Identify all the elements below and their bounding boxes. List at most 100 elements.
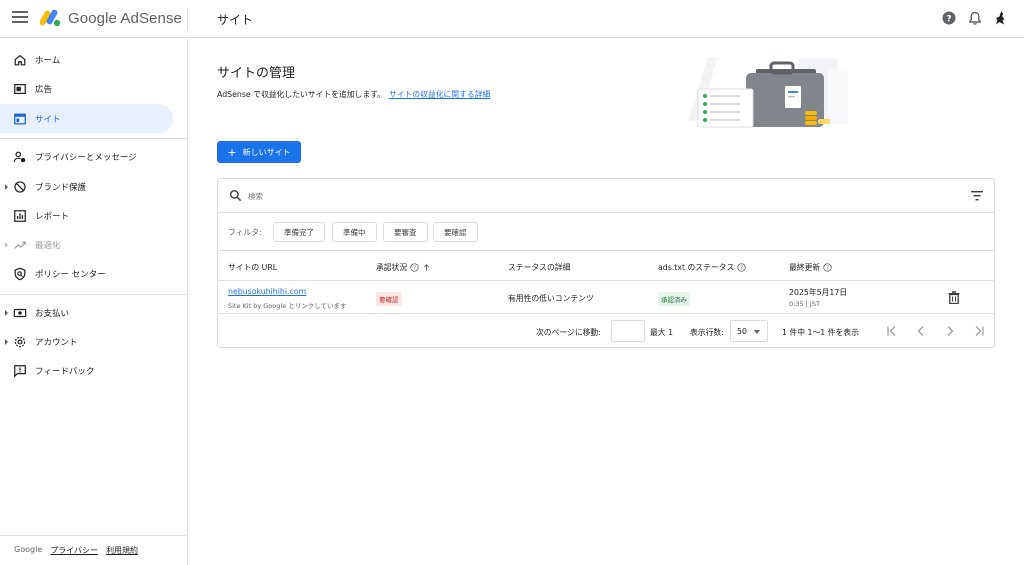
new-site-button[interactable]: + 新しいサイト [217,141,301,163]
sites-icon [14,113,26,124]
rows-per-page-select[interactable]: 50 [730,320,768,342]
sites-table-card: フィルタ: 準備完了 準備中 要審査 要確認 サイトの URL 承認状況 ? ス… [217,178,995,348]
sidebar-item-brand-safety[interactable]: ブランド保護 [0,172,173,201]
filter-chip-preparing[interactable]: 準備中 [332,222,377,242]
sort-arrow-up-icon[interactable] [422,263,431,272]
filter-bar: フィルタ: 準備完了 準備中 要審査 要確認 [218,213,994,251]
delete-icon[interactable] [948,291,960,304]
filter-chip-ready[interactable]: 準備完了 [273,222,325,242]
max-page-label: 最大 1 [650,328,674,337]
help-outline-icon[interactable]: ? [737,263,746,272]
privacy-link[interactable]: プライバシー [50,545,98,556]
sidebar-item-policy-center[interactable]: ポリシー センター [0,259,173,288]
column-header-ads-txt[interactable]: ads.txt のステータス ? [658,262,746,273]
report-icon [14,209,26,222]
avatar[interactable] [992,10,1008,26]
sidebar-item-account[interactable]: アカウント [0,327,173,356]
terms-link[interactable]: 利用規約 [106,545,138,556]
help-outline-icon[interactable]: ? [823,263,832,272]
sidebar-item-sites[interactable]: サイト [0,104,173,133]
main-content: サイトの管理 AdSense で収益化したいサイトを追加します。 サイトの収益化に… [188,39,1024,565]
filter-list-icon[interactable] [971,190,983,201]
learn-more-link[interactable]: サイトの収益化に関する詳細 [389,90,490,99]
column-label: 最終更新 [789,263,821,272]
page-range-label: 1 件中 1～1 件を表示 [782,328,859,337]
svg-text:?: ? [413,266,416,272]
footer-divider [0,535,187,536]
sidebar-item-label: 最適化 [35,240,61,251]
payments-icon [13,308,27,317]
footer-brand: Google [14,545,43,554]
next-page-icon[interactable] [942,323,958,339]
column-header-status-detail: ステータスの詳細 [508,262,570,273]
sidebar-item-label: レポート [35,211,70,222]
home-icon [14,54,26,65]
column-header-approval[interactable]: 承認状況 ? [376,262,431,273]
sidebar-item-feedback[interactable]: フィードバック [0,356,173,385]
ads-icon [14,83,26,94]
feedback-icon [14,364,26,378]
sidebar-item-label: プライバシーとメッセージ [35,152,137,163]
rows-per-page-label: 表示行数: [690,328,724,337]
new-site-label: 新しいサイト [242,147,291,157]
status-detail-text: 有用性の低いコンテンツ [508,294,594,303]
column-label: サイトの URL [228,263,278,272]
sidebar-item-home[interactable]: ホーム [0,45,173,74]
sidebar-item-optimize[interactable]: 最適化 [0,230,173,259]
sidebar-item-label: 広告 [35,84,53,95]
policy-icon [14,267,26,280]
sidebar-item-label: フィードバック [35,366,95,377]
site-url-link[interactable]: nebusokuhihihi.com [228,287,306,296]
footer-links: Google プライバシー 利用規約 [14,545,138,556]
page-description: AdSense で収益化したいサイトを追加します。 サイトの収益化に関する詳細 [217,89,490,100]
sidebar-divider [0,138,187,139]
goto-page-label: 次のページに移動: [536,328,601,337]
page-title: サイトの管理 [217,66,296,81]
sidebar-item-ads[interactable]: 広告 [0,74,173,103]
previous-page-icon[interactable] [913,323,929,339]
top-app-bar: Google AdSense サイト ? [0,0,1024,38]
settings-icon [14,336,26,347]
sidebar-item-label: ポリシー センター [35,269,106,280]
filter-chip-needs-review[interactable]: 要審査 [383,222,428,242]
adsense-logo[interactable]: Google AdSense [40,8,182,28]
adsense-logo-icon [40,9,61,27]
table-row[interactable]: nebusokuhihihi.com Site Kit by Google とリ… [218,281,994,314]
last-updated-date: 2025年5月17日 [789,288,848,297]
sidebar-item-label: お支払い [35,308,70,319]
table-header: サイトの URL 承認状況 ? ステータスの詳細 ads.txt のステータス … [218,251,994,281]
filter-label: フィルタ: [228,228,262,237]
sidebar-item-label: アカウント [35,337,78,348]
search-input[interactable] [248,188,848,204]
pagination-bar: 次のページに移動: 最大 1 表示行数: 50 1 件中 1～1 件を表示 [218,314,994,348]
last-page-icon[interactable] [971,323,987,339]
goto-page-input[interactable] [611,320,645,342]
last-updated-time: 0:35 | JST [789,300,820,308]
help-outline-icon[interactable]: ? [410,263,419,272]
brand-name: Google AdSense [68,9,182,27]
sidebar-item-payments[interactable]: お支払い [0,298,173,327]
topbar-divider [187,8,188,30]
column-header-last-updated[interactable]: 最終更新 ? [789,262,832,273]
svg-text:?: ? [740,266,743,272]
notifications-icon[interactable] [967,10,983,26]
site-kit-note: Site Kit by Google とリンクしています [228,302,347,310]
menu-icon[interactable] [12,11,28,25]
plus-icon: + [227,145,237,159]
approval-status-badge: 要確認 [376,292,402,306]
filter-chip-needs-attention[interactable]: 要確認 [433,222,478,242]
dropdown-arrow-icon [754,330,760,334]
sidebar-item-privacy[interactable]: プライバシーとメッセージ [0,142,173,171]
ads-txt-status-badge: 承認済み [658,292,690,306]
svg-text:?: ? [946,15,951,25]
first-page-icon[interactable] [884,323,900,339]
sidebar-divider [0,294,187,295]
description-text: AdSense で収益化したいサイトを追加します。 [217,90,385,99]
column-label: ステータスの詳細 [508,263,571,272]
sites-hero-illustration [688,57,848,128]
column-header-url[interactable]: サイトの URL [228,262,277,273]
rows-per-page-value: 50 [737,326,747,336]
sidebar-item-reports[interactable]: レポート [0,201,173,230]
help-icon[interactable]: ? [941,10,957,26]
search-icon [229,189,242,202]
